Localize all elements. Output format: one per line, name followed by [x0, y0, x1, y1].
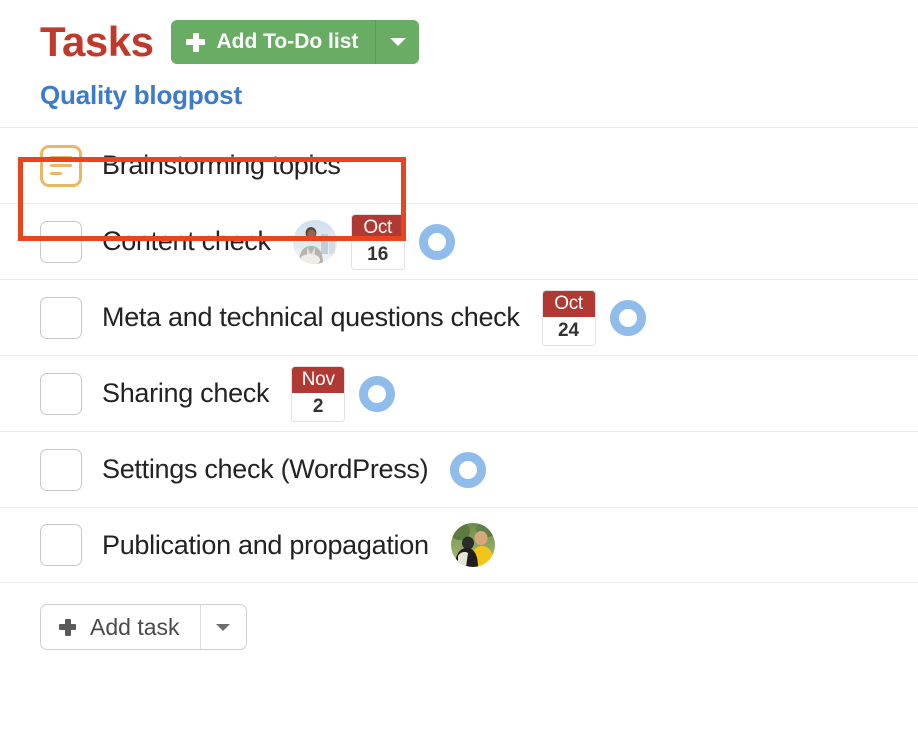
add-task-split-button[interactable]: Add task — [40, 604, 247, 650]
person-at-desk-avatar[interactable] — [292, 219, 337, 264]
todo-list-name[interactable]: Quality blogpost — [0, 62, 918, 127]
status-ring-icon[interactable] — [450, 451, 487, 488]
task-meta: Oct 24 — [541, 289, 646, 346]
add-todo-list-split-button[interactable]: Add To-Do list — [171, 20, 420, 64]
add-todo-list-dropdown-button[interactable] — [375, 20, 419, 64]
page-header: Tasks Add To-Do list — [0, 0, 918, 65]
person-outdoors-avatar[interactable] — [450, 523, 495, 567]
plus-icon — [59, 618, 76, 636]
task-meta: Oct 16 — [292, 213, 455, 270]
add-todo-list-button[interactable]: Add To-Do list — [171, 20, 375, 64]
table-row[interactable]: Meta and technical questions check Oct 2… — [0, 279, 918, 355]
status-ring-icon[interactable] — [609, 299, 646, 336]
task-list: Brainstorming topics Content check Oct 1… — [0, 127, 918, 583]
table-row[interactable]: Settings check (WordPress) — [0, 431, 918, 507]
due-date-month: Oct — [542, 290, 595, 317]
chevron-down-icon — [389, 38, 406, 46]
due-date-badge[interactable]: Oct 24 — [541, 289, 596, 346]
status-ring-icon[interactable] — [359, 375, 396, 412]
add-task-label: Add task — [90, 613, 180, 640]
plus-icon — [186, 32, 206, 52]
tasks-page: Tasks Add To-Do list Quality blogpost Br… — [0, 0, 918, 736]
add-todo-list-label: Add To-Do list — [216, 30, 359, 53]
task-checkbox[interactable] — [40, 296, 82, 339]
due-date-day: 24 — [542, 316, 595, 345]
due-date-badge[interactable]: Oct 16 — [350, 213, 405, 270]
table-row[interactable]: Sharing check Nov 2 — [0, 355, 918, 431]
task-title: Brainstorming topics — [102, 150, 341, 180]
add-task-row: Add task — [0, 583, 918, 650]
add-task-button[interactable]: Add task — [41, 605, 200, 649]
due-date-month: Nov — [292, 366, 345, 393]
due-date-month: Oct — [351, 214, 404, 241]
task-checkbox[interactable] — [40, 524, 82, 566]
due-date-day: 16 — [351, 240, 404, 269]
chevron-down-icon — [216, 623, 230, 631]
task-title: Sharing check — [102, 378, 270, 408]
task-meta — [450, 451, 487, 488]
task-checkbox[interactable] — [40, 448, 82, 491]
task-checkbox[interactable] — [40, 372, 82, 415]
task-title: Settings check (WordPress) — [102, 454, 429, 484]
task-title: Meta and technical questions check — [102, 302, 520, 332]
table-row[interactable]: Brainstorming topics — [0, 127, 918, 203]
task-title: Publication and propagation — [102, 529, 429, 560]
status-ring-icon[interactable] — [418, 223, 455, 260]
add-task-dropdown-button[interactable] — [199, 605, 246, 649]
document-lines-icon[interactable] — [40, 144, 82, 187]
table-row[interactable]: Content check Oct 16 — [0, 203, 918, 279]
table-row[interactable]: Publication and propagation — [0, 507, 918, 583]
due-date-day: 2 — [292, 392, 345, 421]
task-meta: Nov 2 — [291, 365, 396, 422]
task-title: Content check — [102, 226, 271, 256]
due-date-badge[interactable]: Nov 2 — [291, 365, 346, 422]
page-title: Tasks — [40, 18, 154, 65]
task-checkbox[interactable] — [40, 220, 82, 263]
task-meta — [450, 523, 495, 567]
